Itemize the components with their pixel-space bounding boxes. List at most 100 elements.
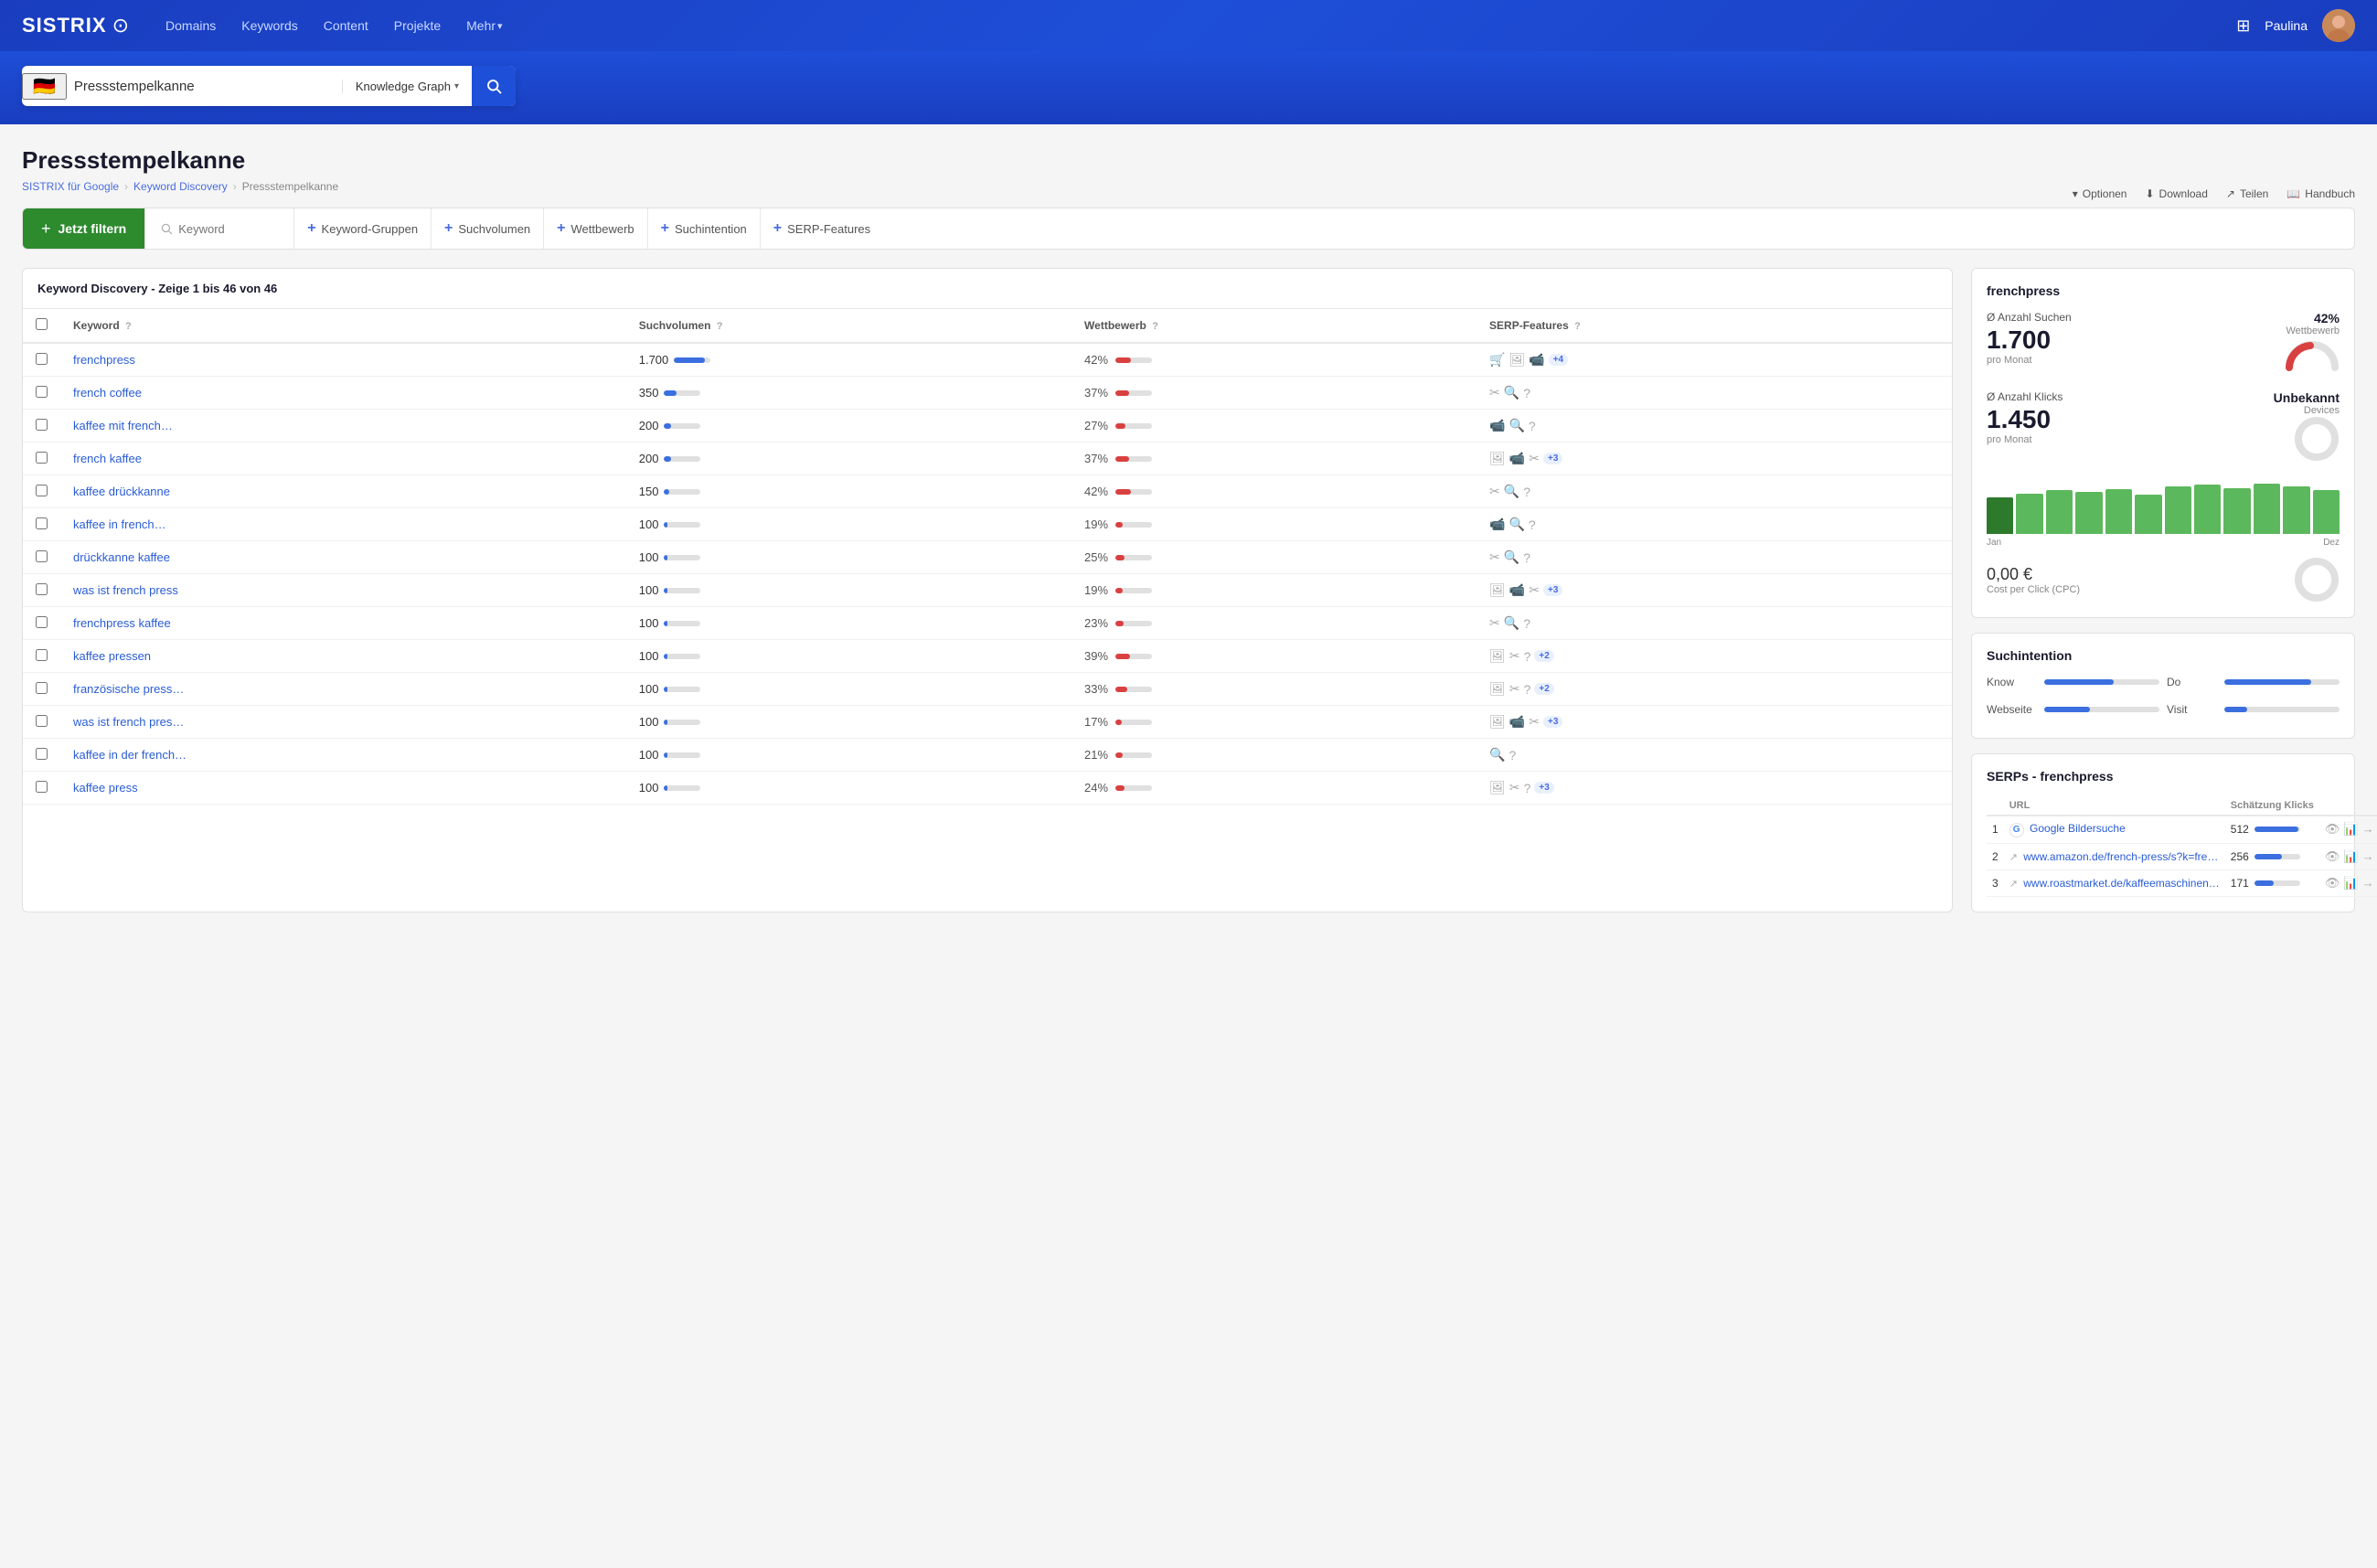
- filter-keyword-input[interactable]: [178, 222, 279, 236]
- row-checkbox[interactable]: [36, 452, 48, 464]
- competition-cell: 25%: [1071, 541, 1476, 574]
- volume-value: 100: [639, 550, 659, 564]
- keyword-link[interactable]: was ist french press: [73, 583, 178, 597]
- serps-url-link[interactable]: www.roastmarket.de/kaffeemaschinen…: [2023, 877, 2220, 890]
- keyword-link[interactable]: french coffee: [73, 386, 142, 400]
- nav-projekte[interactable]: Projekte: [394, 18, 441, 33]
- volume-bar: [664, 752, 667, 758]
- intent-card: Suchintention Know Do Webseite Visit: [1971, 633, 2355, 739]
- keyword-link[interactable]: frenchpress: [73, 353, 135, 367]
- keyword-link[interactable]: kaffee press: [73, 781, 138, 795]
- row-checkbox[interactable]: [36, 419, 48, 431]
- filter-search: [145, 222, 293, 236]
- breadcrumb-sistrix[interactable]: SISTRIX für Google: [22, 180, 119, 193]
- options-icon: ▾: [2073, 187, 2078, 200]
- competition-bar: [1115, 654, 1130, 659]
- serp-icon: 🔍: [1504, 615, 1519, 631]
- row-checkbox[interactable]: [36, 517, 48, 529]
- gauge-chart: [2285, 340, 2340, 373]
- search-button[interactable]: [472, 66, 516, 106]
- filter-keyword-gruppen-plus-icon: +: [307, 220, 315, 237]
- filter-wettbewerb-label: Wettbewerb: [571, 222, 634, 236]
- search-type-chevron-icon: ▾: [454, 81, 459, 91]
- row-checkbox[interactable]: [36, 616, 48, 628]
- volume-bar: [664, 555, 667, 560]
- row-checkbox[interactable]: [36, 748, 48, 760]
- serps-arrow-icon[interactable]: →: [2362, 876, 2374, 891]
- keyword-link[interactable]: french kaffee: [73, 452, 142, 465]
- cpc-row: 0,00 € Cost per Click (CPC): [1987, 557, 2340, 603]
- serps-col-clicks: Schätzung Klicks: [2225, 796, 2319, 816]
- user-name: Paulina: [2265, 18, 2308, 33]
- nav-domains[interactable]: Domains: [165, 18, 216, 33]
- row-checkbox-cell: [23, 475, 60, 508]
- row-checkbox[interactable]: [36, 583, 48, 595]
- chart-bar: [2016, 494, 2042, 534]
- serps-url-link[interactable]: Google Bildersuche: [2030, 822, 2126, 835]
- volume-value: 200: [639, 452, 659, 465]
- filter-now-button[interactable]: + Jetzt filtern: [23, 208, 144, 250]
- serps-chart-icon[interactable]: 📊: [2343, 849, 2358, 864]
- table-row: was ist french pres… 100 17% 🖼📹✂ +3: [23, 706, 1952, 739]
- row-checkbox[interactable]: [36, 715, 48, 727]
- search-input[interactable]: [67, 79, 342, 94]
- avatar[interactable]: [2322, 9, 2355, 42]
- row-checkbox[interactable]: [36, 682, 48, 694]
- logo[interactable]: SISTRIX ⊙: [22, 14, 129, 37]
- filter-suchintention[interactable]: + Suchintention: [647, 208, 760, 250]
- breadcrumb-keyword-discovery[interactable]: Keyword Discovery: [133, 180, 228, 193]
- serps-eye-icon[interactable]: 👁: [2325, 849, 2340, 864]
- keyword-cell: kaffee drückkanne: [60, 475, 626, 508]
- row-checkbox[interactable]: [36, 353, 48, 365]
- row-checkbox[interactable]: [36, 550, 48, 562]
- keyword-link[interactable]: kaffee pressen: [73, 649, 151, 663]
- filter-suchvolumen[interactable]: + Suchvolumen: [431, 208, 543, 250]
- keyword-link[interactable]: französische press…: [73, 682, 184, 696]
- wettbewerb-help-icon: ?: [1152, 321, 1158, 332]
- row-checkbox[interactable]: [36, 781, 48, 793]
- keyword-help-icon: ?: [125, 321, 132, 332]
- competition-bar: [1115, 621, 1124, 626]
- handbook-button[interactable]: 📖 Handbuch: [2286, 187, 2355, 200]
- competition-cell: 39%: [1071, 640, 1476, 673]
- row-checkbox[interactable]: [36, 386, 48, 398]
- select-all-checkbox[interactable]: [36, 318, 48, 330]
- serps-arrow-icon[interactable]: →: [2362, 849, 2374, 864]
- row-checkbox-cell: [23, 739, 60, 772]
- serps-chart-icon[interactable]: 📊: [2343, 822, 2358, 837]
- grid-icon[interactable]: ⊞: [2236, 16, 2250, 36]
- keyword-link[interactable]: drückkanne kaffee: [73, 550, 170, 564]
- filter-serp-features[interactable]: + SERP-Features: [760, 208, 883, 250]
- nav-keywords[interactable]: Keywords: [241, 18, 297, 33]
- keyword-cell: french kaffee: [60, 443, 626, 475]
- keyword-link[interactable]: kaffee in der french…: [73, 748, 187, 762]
- filter-wettbewerb[interactable]: + Wettbewerb: [543, 208, 646, 250]
- flag-button[interactable]: 🇩🇪: [22, 73, 67, 100]
- keyword-link[interactable]: kaffee mit french…: [73, 419, 173, 432]
- serps-arrow-icon[interactable]: →: [2362, 822, 2374, 837]
- keyword-link[interactable]: kaffee drückkanne: [73, 485, 170, 498]
- search-type-selector[interactable]: Knowledge Graph ▾: [342, 80, 472, 93]
- download-button[interactable]: ⬇ Download: [2145, 187, 2207, 200]
- serps-eye-icon[interactable]: 👁: [2325, 876, 2340, 891]
- serps-chart-icon[interactable]: 📊: [2343, 876, 2358, 891]
- nav-mehr[interactable]: Mehr ▾: [466, 18, 502, 33]
- nav-content[interactable]: Content: [324, 18, 368, 33]
- keyword-link[interactable]: was ist french pres…: [73, 715, 184, 729]
- competition-value: 19%: [1084, 583, 1110, 597]
- serps-url-link[interactable]: www.amazon.de/french-press/s?k=fre…: [2023, 850, 2218, 863]
- keyword-link[interactable]: kaffee in french…: [73, 517, 166, 531]
- serps-eye-icon[interactable]: 👁: [2325, 822, 2340, 837]
- serp-features-cell: ✂🔍?: [1476, 607, 1952, 640]
- row-checkbox[interactable]: [36, 485, 48, 496]
- serp-icon: ?: [1523, 485, 1530, 499]
- keyword-link[interactable]: frenchpress kaffee: [73, 616, 171, 630]
- serp-features-cell: ✂🔍?: [1476, 541, 1952, 574]
- row-checkbox[interactable]: [36, 649, 48, 661]
- serps-clicks-value: 171: [2231, 877, 2249, 890]
- table-row: french coffee 350 37% ✂🔍?: [23, 377, 1952, 410]
- serp-icon: 🔍: [1504, 549, 1519, 565]
- share-button[interactable]: ↗ Teilen: [2226, 187, 2268, 200]
- options-button[interactable]: ▾ Optionen: [2073, 187, 2127, 200]
- filter-keyword-gruppen[interactable]: + Keyword-Gruppen: [293, 208, 431, 250]
